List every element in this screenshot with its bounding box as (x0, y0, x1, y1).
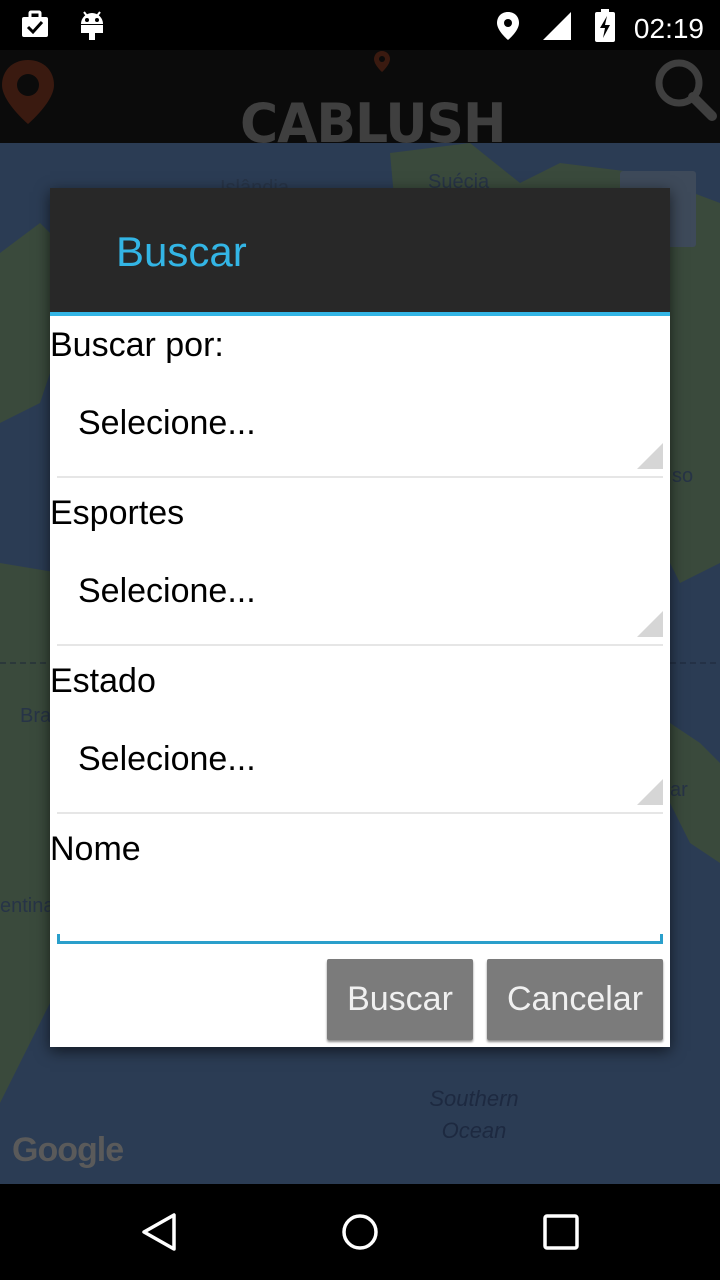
estado-label: Estado (50, 662, 156, 700)
spinner-value: Selecione... (78, 572, 256, 610)
status-clock: 02:19 (633, 12, 704, 44)
map-label-southern-ocean: Southern Ocean (414, 1083, 534, 1147)
esportes-spinner[interactable]: Selecione... (57, 542, 663, 646)
esportes-label: Esportes (50, 494, 185, 532)
android-icon (78, 9, 106, 46)
ocean-line-2: Ocean (441, 1118, 507, 1143)
dialog-header: Buscar (50, 188, 670, 316)
navigation-bar (0, 1184, 720, 1280)
location-pin-icon (496, 11, 520, 46)
cancelar-button[interactable]: Cancelar (487, 959, 663, 1040)
nome-input[interactable] (57, 904, 663, 944)
spinner-value: Selecione... (78, 404, 256, 442)
dropdown-arrow-icon (637, 443, 663, 474)
briefcase-check-icon (20, 9, 50, 46)
search-icon[interactable] (652, 56, 718, 127)
battery-charging-icon (594, 9, 616, 48)
google-logo: Google (12, 1131, 124, 1169)
recents-icon[interactable] (541, 1212, 581, 1252)
search-dialog: Buscar Buscar por: Selecione... Esportes… (50, 188, 670, 1047)
ocean-line-1: Southern (429, 1086, 519, 1111)
signal-icon (542, 11, 572, 46)
spinner-value: Selecione... (78, 740, 256, 778)
map-label-argentina: entina (0, 895, 55, 917)
buscar-button[interactable]: Buscar (327, 959, 473, 1040)
home-icon[interactable] (340, 1212, 380, 1252)
input-edge-left (57, 934, 60, 944)
nome-label: Nome (50, 830, 141, 868)
back-icon[interactable] (140, 1212, 180, 1252)
dropdown-arrow-icon (637, 611, 663, 642)
map-pin-icon[interactable] (0, 58, 58, 133)
estado-spinner[interactable]: Selecione... (57, 710, 663, 814)
buscar-por-label: Buscar por: (50, 326, 224, 364)
dropdown-arrow-icon (637, 779, 663, 810)
map-label-so: so (672, 465, 694, 487)
logo-pin-icon (372, 50, 392, 79)
input-edge-right (660, 934, 663, 944)
map-label-ar: ar (670, 779, 688, 801)
dialog-title: Buscar (116, 228, 247, 275)
buscar-por-spinner[interactable]: Selecione... (57, 374, 663, 478)
status-bar: 02:19 (0, 0, 720, 50)
app-bar: CABLUSH (0, 50, 720, 156)
